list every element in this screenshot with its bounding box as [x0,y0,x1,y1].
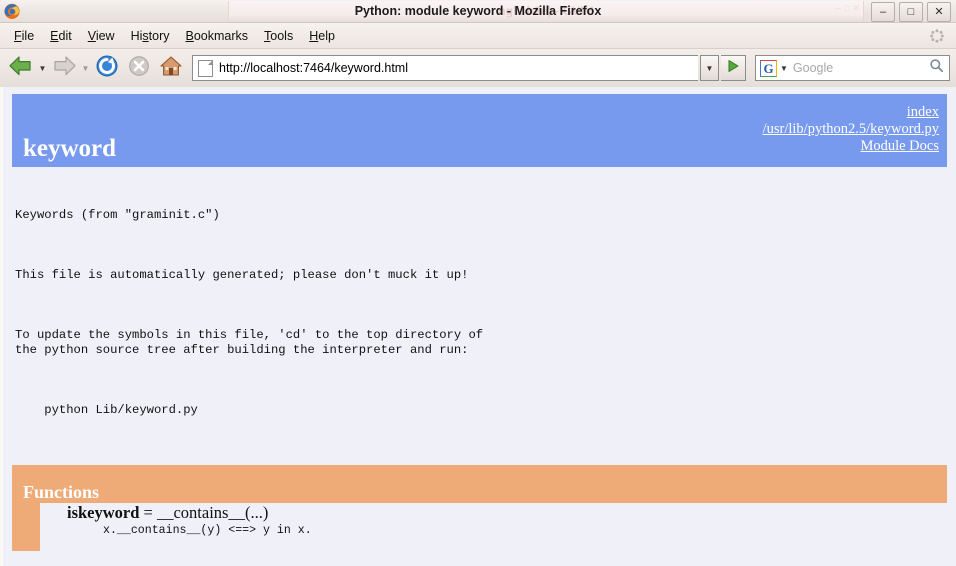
stop-button [124,53,154,83]
close-button[interactable]: ✕ [927,2,951,22]
firefox-window: nglish2e) - GVIM ─ □ ✕ Python: module ke… [0,0,956,566]
google-logo-icon[interactable]: G [760,60,777,77]
docstring-line-3b: the python source tree after building th… [15,343,468,357]
forward-button [49,53,79,83]
section-functions-body: iskeyword = __contains__(...) x.__contai… [12,503,947,551]
stop-icon [128,55,150,82]
chevron-down-icon: ▼ [706,64,714,73]
background-close-icon: ✕ [852,3,860,14]
throbber-icon [930,29,944,43]
background-minimize-icon: ─ [835,3,841,14]
menu-item-bookmarks[interactable]: Bookmarks [178,27,257,45]
forward-arrow-icon [51,54,77,83]
magnifier-icon[interactable] [929,58,944,78]
page-icon [198,60,213,77]
page-title: keyword [23,136,116,161]
background-maximize-icon: □ [844,3,849,14]
url-input[interactable]: http://localhost:7464/keyword.html [219,61,408,75]
section-functions: Functions iskeyword = __contains__(...) … [12,465,947,551]
minimize-button[interactable]: – [871,2,895,22]
search-input[interactable]: Google [793,61,929,75]
reload-icon [95,54,119,83]
url-dropdown-button[interactable]: ▼ [700,55,719,81]
url-bar[interactable]: http://localhost:7464/keyword.html [192,55,698,81]
header-links: index /usr/lib/python2.5/keyword.py Modu… [763,104,939,155]
back-arrow-icon [8,54,34,83]
firefox-icon [3,2,21,20]
function-signature-iskeyword: iskeyword = __contains__(...) [67,503,947,523]
close-icon: ✕ [934,7,943,18]
go-button[interactable] [721,55,746,81]
module-docstring: Keywords (from "graminit.c") This file i… [15,178,956,448]
menu-item-tools[interactable]: Tools [256,27,301,45]
section-functions-header: Functions [12,465,947,503]
menu-item-history[interactable]: History [123,27,178,45]
background-window-titlebar[interactable] [228,1,864,21]
docstring-line-3a: To update the symbols in this file, 'cd'… [15,328,483,342]
go-arrow-icon [726,59,740,78]
home-button[interactable] [156,53,186,83]
search-engine-dropdown-icon[interactable]: ▼ [780,64,788,73]
section-gap [3,551,956,566]
back-history-dropdown[interactable]: ▼ [38,55,47,81]
function-signature-rest: = __contains__(...) [139,503,268,522]
navigation-toolbar: ▼ ▼ [0,49,956,88]
function-name-iskeyword[interactable]: iskeyword [67,503,139,522]
section-functions-strip [12,503,40,551]
docstring-line-2: This file is automatically generated; pl… [15,268,956,283]
docstring-line-1: Keywords (from "graminit.c") [15,208,956,223]
back-button[interactable] [6,53,36,83]
title-bar: nglish2e) - GVIM ─ □ ✕ Python: module ke… [0,0,956,23]
section-functions-content: iskeyword = __contains__(...) x.__contai… [40,503,947,551]
menu-item-file[interactable]: File [6,27,42,45]
section-functions-title: Functions [23,483,99,501]
link-module-path[interactable]: /usr/lib/python2.5/keyword.py [763,121,939,138]
link-index[interactable]: index [763,104,939,121]
function-docstring-iskeyword: x.__contains__(y) <==> y in x. [103,523,947,538]
forward-history-dropdown: ▼ [81,55,90,81]
maximize-button[interactable]: □ [899,2,923,22]
menu-item-edit[interactable]: Edit [42,27,80,45]
menu-item-view[interactable]: View [80,27,123,45]
reload-button[interactable] [92,53,122,83]
window-controls: – □ ✕ [871,2,951,22]
link-module-docs[interactable]: Module Docs [763,138,939,155]
pydoc-header-banner: keyword index /usr/lib/python2.5/keyword… [12,94,947,167]
docstring-line-4: python Lib/keyword.py [15,403,956,418]
minimize-icon: – [880,7,886,18]
docstring-paragraph-3: To update the symbols in this file, 'cd'… [15,328,956,358]
menu-bar: File Edit View History Bookmarks Tools H… [0,23,956,49]
page-content: keyword index /usr/lib/python2.5/keyword… [0,87,956,566]
menu-item-help[interactable]: Help [301,27,343,45]
background-window-buttons: ─ □ ✕ [835,3,860,14]
search-bar[interactable]: G ▼ Google [755,55,950,81]
home-icon [159,54,183,83]
maximize-icon: □ [908,7,915,18]
